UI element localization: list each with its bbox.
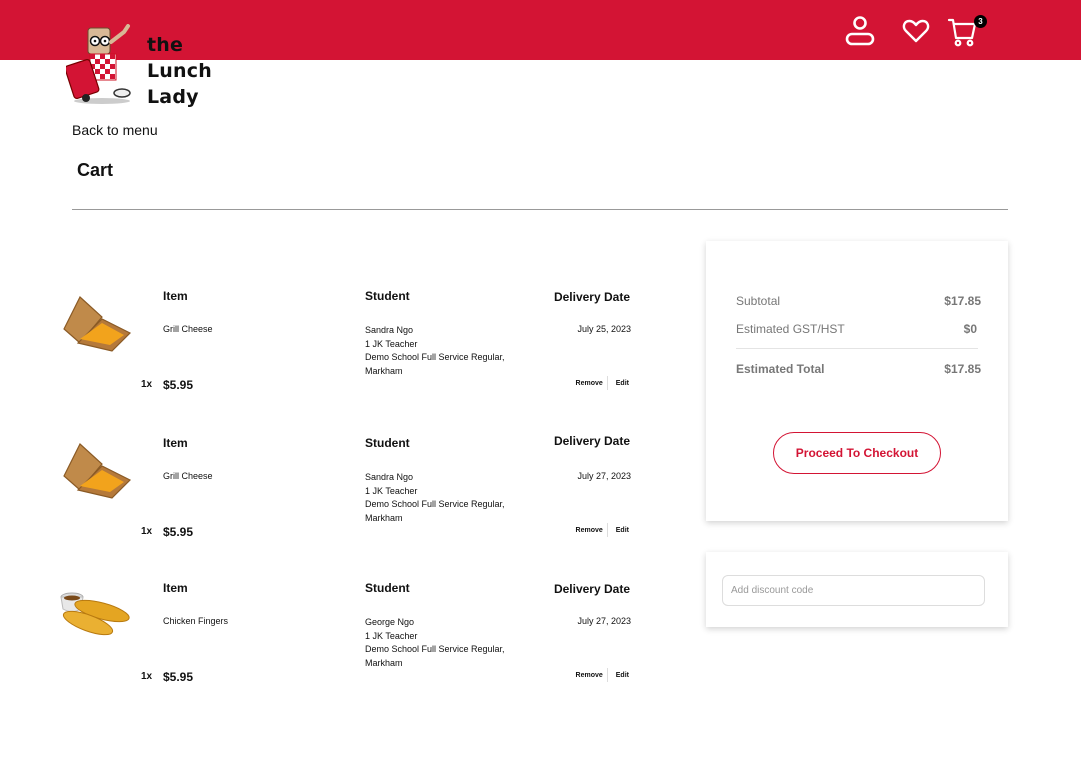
item-price: $5.95 xyxy=(163,378,194,392)
proceed-to-checkout-button[interactable]: Proceed To Checkout xyxy=(773,432,941,474)
tax-value: $0 xyxy=(963,322,977,336)
student-school: Demo School Full Service Regular, Markha… xyxy=(365,644,505,668)
delivery-date: July 25, 2023 xyxy=(577,324,631,334)
grilled-cheese-image xyxy=(58,289,138,369)
total-label: Estimated Total xyxy=(736,362,825,376)
student-name: Sandra Ngo xyxy=(365,325,414,335)
edit-button[interactable]: Edit xyxy=(616,380,629,387)
tax-row: Estimated GST/HST $0 xyxy=(736,322,981,336)
remove-button[interactable]: Remove xyxy=(576,672,603,679)
student-column-label: Student xyxy=(365,581,410,595)
lunch-lady-logo[interactable]: the Lunch Lady xyxy=(66,24,212,110)
delivery-date: July 27, 2023 xyxy=(577,616,631,626)
subtotal-value: $17.85 xyxy=(944,294,981,308)
delivery-date: July 27, 2023 xyxy=(577,471,631,481)
student-info: George Ngo 1 JK Teacher Demo School Full… xyxy=(365,616,535,670)
action-separator xyxy=(606,668,608,682)
student-name: George Ngo xyxy=(365,617,415,627)
subtotal-label: Subtotal xyxy=(736,294,781,308)
favorites-button[interactable] xyxy=(900,14,934,48)
item-price: $5.95 xyxy=(163,670,194,684)
item-actions: Remove Edit xyxy=(576,523,629,537)
student-name: Sandra Ngo xyxy=(365,472,414,482)
total-value: $17.85 xyxy=(944,362,981,376)
discount-code-input[interactable] xyxy=(722,575,985,606)
user-icon xyxy=(845,16,875,46)
cart-item: Item Chicken Fingers Student George Ngo … xyxy=(56,581,646,706)
item-quantity: 1x xyxy=(141,379,153,390)
cart-item: Item Grill Cheese Student Sandra Ngo 1 J… xyxy=(56,289,646,414)
remove-button[interactable]: Remove xyxy=(576,527,603,534)
total-row: Estimated Total $17.85 xyxy=(736,362,981,376)
student-column-label: Student xyxy=(365,436,410,450)
logo-wordmark: the Lunch Lady xyxy=(147,32,212,110)
tax-label: Estimated GST/HST xyxy=(736,322,845,336)
item-actions: Remove Edit xyxy=(576,668,629,682)
student-class: 1 JK Teacher xyxy=(365,338,418,349)
back-to-menu-link[interactable]: Back to menu xyxy=(72,122,158,138)
order-summary-card: Subtotal $17.85 Estimated GST/HST $0 Est… xyxy=(706,241,1008,521)
cart-item: Item Grill Cheese Student Sandra Ngo 1 J… xyxy=(56,434,646,561)
student-school: Demo School Full Service Regular, Markha… xyxy=(365,352,505,376)
item-name: Grill Cheese xyxy=(163,324,213,334)
page-title: Cart xyxy=(77,160,114,180)
remove-button[interactable]: Remove xyxy=(576,380,603,387)
account-button[interactable] xyxy=(843,14,877,48)
mascot-logo-icon xyxy=(66,24,131,104)
item-name: Grill Cheese xyxy=(163,471,213,481)
action-separator xyxy=(606,523,608,537)
item-name: Chicken Fingers xyxy=(163,616,229,626)
chicken-fingers-image xyxy=(58,581,138,661)
item-price: $5.95 xyxy=(163,525,194,539)
student-info: Sandra Ngo 1 JK Teacher Demo School Full… xyxy=(365,324,535,378)
logo-line-lunch: Lunch xyxy=(147,60,212,82)
item-column-label: Item xyxy=(163,289,188,303)
item-column-label: Item xyxy=(163,581,188,595)
summary-divider xyxy=(736,348,978,349)
delivery-date-column-label: Delivery Date xyxy=(553,290,630,304)
delivery-date-column-label: Delivery Date xyxy=(553,582,630,596)
student-school: Demo School Full Service Regular, Markha… xyxy=(365,499,505,523)
logo-line-the: the xyxy=(147,34,184,56)
item-column-label: Item xyxy=(163,436,188,450)
edit-button[interactable]: Edit xyxy=(616,672,629,679)
student-info: Sandra Ngo 1 JK Teacher Demo School Full… xyxy=(365,471,535,525)
item-quantity: 1x xyxy=(141,526,153,537)
cart-count-badge: 3 xyxy=(974,15,987,28)
student-column-label: Student xyxy=(365,289,410,303)
item-quantity: 1x xyxy=(141,671,153,682)
item-actions: Remove Edit xyxy=(576,376,629,390)
student-class: 1 JK Teacher xyxy=(365,630,418,641)
discount-card xyxy=(706,552,1008,627)
student-class: 1 JK Teacher xyxy=(365,485,418,496)
edit-button[interactable]: Edit xyxy=(616,527,629,534)
logo-line-lady: Lady xyxy=(147,86,199,108)
grilled-cheese-image xyxy=(58,436,138,516)
header-divider xyxy=(72,209,1008,210)
delivery-date-column-label: Delivery Date xyxy=(553,434,630,448)
action-separator xyxy=(606,376,608,390)
subtotal-row: Subtotal $17.85 xyxy=(736,294,981,308)
heart-icon xyxy=(902,19,930,43)
